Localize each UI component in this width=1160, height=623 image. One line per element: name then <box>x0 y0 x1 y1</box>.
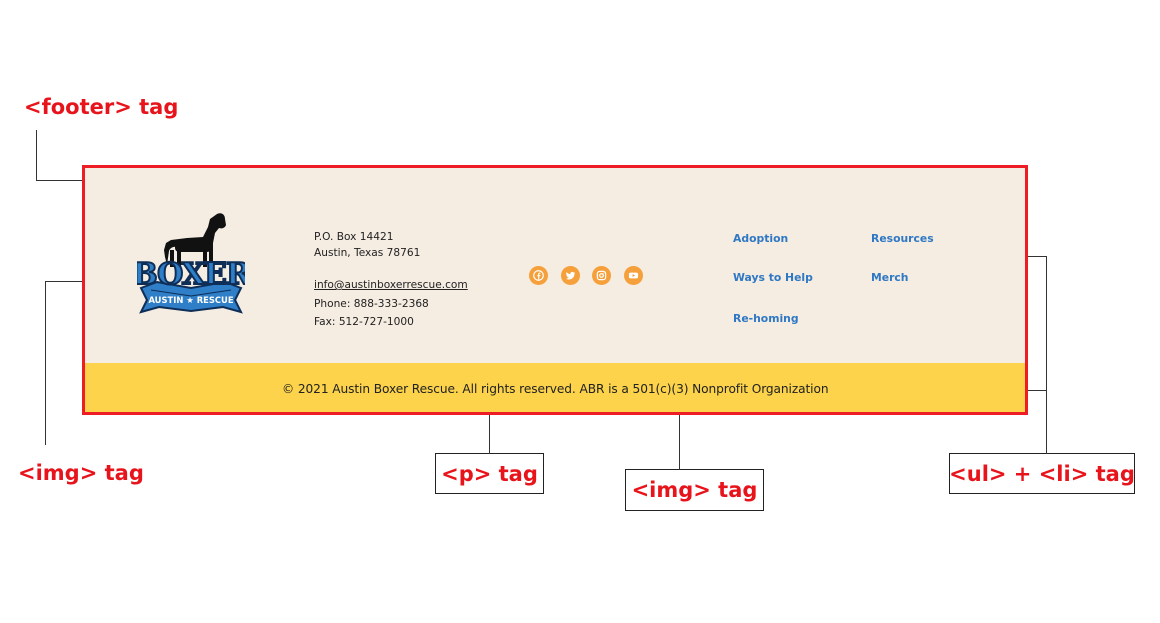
footer-leader-vertical <box>36 130 37 181</box>
footer-frame: AUSTIN ★ RESCUE BOXER P.O. Box 14421 Aus… <box>82 165 1028 415</box>
phone-text: Phone: 888-333-2368 <box>314 298 429 310</box>
instagram-icon[interactable] <box>592 266 611 285</box>
nav-link-adoption[interactable]: Adoption <box>733 232 788 245</box>
footer-bottom-bar: © 2021 Austin Boxer Rescue. All rights r… <box>85 363 1025 412</box>
p-tag-label: <p> tag <box>435 453 544 494</box>
img-leader-vertical <box>45 281 46 445</box>
footer-leader-horizontal <box>36 180 88 181</box>
list-leader-vertical <box>1046 256 1047 454</box>
facebook-icon[interactable] <box>529 266 548 285</box>
logo-banner-rescue: RESCUE <box>197 295 234 305</box>
nav-link-re-homing[interactable]: Re-homing <box>733 312 799 325</box>
logo-banner-austin: AUSTIN <box>148 295 183 305</box>
email-link[interactable]: info@austinboxerrescue.com <box>314 279 468 291</box>
nav-link-resources[interactable]: Resources <box>871 232 934 245</box>
address-line-1: P.O. Box 14421 <box>314 231 394 243</box>
nav-link-merch[interactable]: Merch <box>871 271 908 284</box>
logo-boxer-word: BOXER <box>137 257 245 292</box>
img-tag-label-logo: <img> tag <box>18 461 144 485</box>
boxer-logo[interactable]: AUSTIN ★ RESCUE BOXER <box>137 210 245 322</box>
address-line-2: Austin, Texas 78761 <box>314 247 421 259</box>
nav-link-ways-to-help[interactable]: Ways to Help <box>733 271 813 284</box>
img-tag-label-social: <img> tag <box>625 469 764 511</box>
svg-text:AUSTIN ★ RESCUE: AUSTIN ★ RESCUE <box>148 295 233 305</box>
copyright-text: © 2021 Austin Boxer Rescue. All rights r… <box>282 382 829 396</box>
twitter-icon[interactable] <box>561 266 580 285</box>
ul-li-tag-label: <ul> + <li> tag <box>949 453 1135 494</box>
youtube-icon[interactable] <box>624 266 643 285</box>
fax-text: Fax: 512-727-1000 <box>314 316 414 328</box>
footer-main: AUSTIN ★ RESCUE BOXER P.O. Box 14421 Aus… <box>85 168 1025 363</box>
footer-tag-label: <footer> tag <box>24 95 179 119</box>
